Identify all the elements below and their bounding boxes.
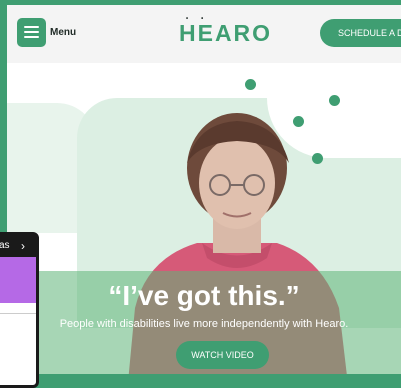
phone-mockup: as › [0, 232, 39, 388]
phone-top-bar: as › [0, 235, 36, 257]
logo-dots: • • [186, 16, 206, 22]
phone-accent-panel [0, 257, 36, 303]
hero-quote: “I’ve got this.” [108, 280, 300, 311]
hero-subtitle: People with disabilities live more indep… [59, 318, 349, 330]
decorative-dot [245, 79, 256, 90]
logo[interactable]: • • HEARO [179, 16, 273, 47]
watch-video-button[interactable]: WATCH VIDEO [176, 341, 269, 369]
hamburger-icon [24, 31, 39, 33]
menu-button[interactable] [17, 18, 46, 47]
hero-section: “I’ve got this.” People with disabilitie… [7, 63, 401, 374]
phone-top-text: as [0, 240, 10, 251]
site-header: Menu • • HEARO SCHEDULE A DEMO [7, 5, 401, 63]
menu-label[interactable]: Menu [50, 27, 76, 38]
hamburger-icon [24, 36, 39, 38]
logo-text: HEARO [179, 20, 273, 46]
hamburger-icon [24, 26, 39, 28]
phone-divider [0, 313, 36, 314]
page: Menu • • HEARO SCHEDULE A DEMO [7, 5, 401, 374]
schedule-demo-button[interactable]: SCHEDULE A DEMO [320, 19, 401, 47]
chevron-right-icon: › [21, 239, 25, 253]
